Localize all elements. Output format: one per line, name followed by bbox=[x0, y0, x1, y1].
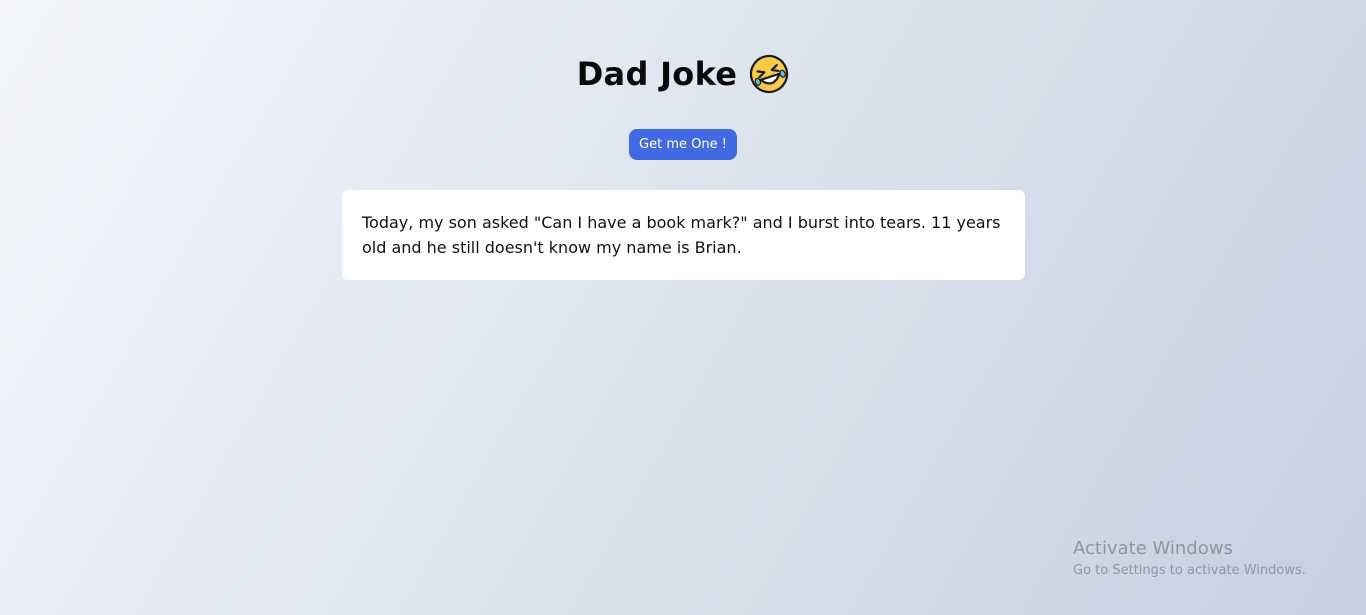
watermark-title: Activate Windows bbox=[1073, 538, 1233, 559]
page-title: Dad Joke bbox=[576, 55, 738, 93]
windows-activation-watermark: Activate Windows Go to Settings to activ… bbox=[1073, 537, 1306, 581]
header: Dad Joke bbox=[0, 52, 1366, 96]
watermark-subtitle: Go to Settings to activate Windows. bbox=[1073, 563, 1306, 578]
joke-card: Today, my son asked "Can I have a book m… bbox=[342, 190, 1025, 280]
rolling-on-the-floor-laughing-icon bbox=[744, 49, 794, 99]
joke-text: Today, my son asked "Can I have a book m… bbox=[362, 213, 1001, 257]
get-joke-button[interactable]: Get me One ! bbox=[629, 129, 737, 160]
